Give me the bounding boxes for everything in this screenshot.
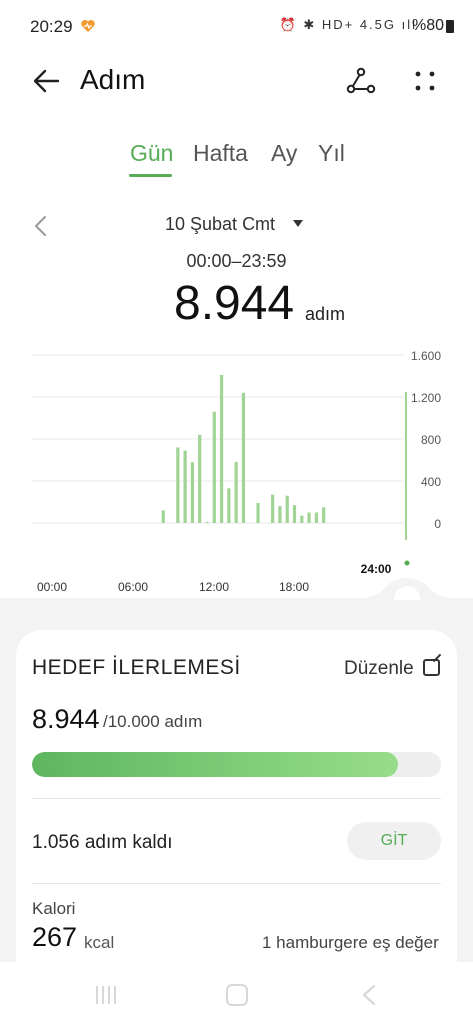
chart-bar (322, 507, 326, 523)
previous-day-chevron-icon[interactable] (32, 214, 50, 238)
health-heart-icon (81, 20, 95, 32)
back-arrow-icon[interactable] (30, 66, 64, 96)
calories-value: 267 (32, 922, 78, 952)
y-tick-label: 1.600 (411, 349, 441, 363)
total-steps-value: 8.944 (174, 277, 295, 330)
goal-progress-fill (32, 752, 398, 777)
current-time-dot (404, 560, 410, 566)
chart-bar (271, 494, 275, 523)
divider (32, 883, 441, 884)
tab-year[interactable]: Yıl (318, 140, 345, 167)
recent-apps-icon[interactable] (94, 984, 116, 1006)
chart-bar (278, 506, 282, 523)
chart-bar (161, 510, 165, 523)
x-tick-label: 06:00 (118, 580, 148, 594)
status-bar: 20:29 ⏰ ✱ HD+ 4.5G ıll %80 (0, 0, 473, 54)
edit-icon[interactable] (423, 659, 440, 676)
y-tick-label: 0 (434, 517, 441, 531)
date-dropdown-caret-icon[interactable] (293, 220, 303, 227)
y-tick-label: 400 (421, 475, 441, 489)
date-selector: 10 Şubat Cmt (0, 210, 473, 244)
chart-bar (219, 374, 224, 523)
status-time: 20:29 (30, 17, 73, 36)
chart-bar (234, 462, 238, 523)
chart-bar (292, 505, 297, 523)
x-tick-label: 18:00 (279, 580, 309, 594)
home-icon[interactable] (226, 984, 248, 1006)
chart-bar (314, 512, 318, 523)
status-icons: ⏰ ✱ HD+ 4.5G ıll (279, 17, 417, 32)
tab-day[interactable]: Gün (130, 140, 173, 167)
time-range: 00:00–23:59 (186, 251, 287, 271)
steps-chart: 1.600 1.200 800 400 0 00:00 06:00 12:00 18:00 24:… (0, 340, 473, 600)
battery-level: %80 (411, 17, 444, 34)
goal-target: /10.000 adım (103, 712, 203, 731)
y-tick-label: 800 (421, 433, 441, 447)
x-end-label: 24:00 (361, 562, 392, 576)
page-title: Adım (80, 64, 146, 95)
divider (32, 798, 441, 799)
chart-bar (227, 488, 231, 523)
chart-bar (183, 450, 187, 523)
battery-icon (446, 20, 454, 33)
system-back-icon[interactable] (358, 984, 380, 1006)
chart-bar (300, 515, 304, 523)
goal-progress-bar (32, 752, 441, 777)
top-section: 20:29 ⏰ ✱ HD+ 4.5G ıll %80 Adım Gün Haft… (0, 0, 473, 600)
chart-bar (198, 434, 202, 523)
chart-bar (307, 512, 311, 523)
period-tabs: Gün Hafta Ay Yıl (0, 138, 473, 182)
chart-bar (256, 503, 260, 523)
chart-bar (285, 495, 289, 523)
chart-bar (212, 411, 216, 523)
date-label[interactable]: 10 Şubat Cmt (165, 214, 275, 235)
chart-bar (241, 392, 246, 523)
calories-unit: kcal (84, 933, 115, 952)
goal-current-steps: 8.944 (32, 704, 100, 734)
chart-bar (205, 521, 209, 523)
total-steps-unit: adım (305, 304, 346, 324)
go-button[interactable]: GİT (347, 822, 441, 860)
calories-label: Kalori (32, 899, 76, 918)
chart-bar (190, 462, 195, 523)
tab-week[interactable]: Hafta (193, 140, 248, 167)
x-tick-label: 00:00 (37, 580, 67, 594)
more-options-icon[interactable] (408, 66, 442, 96)
calories-equivalent: 1 hamburgere eş değer (262, 933, 439, 952)
y-tick-label: 1.200 (411, 391, 441, 405)
edit-goal-button[interactable]: Düzenle (344, 658, 414, 680)
x-tick-label: 12:00 (199, 580, 229, 594)
system-navigation-bar (0, 962, 473, 1024)
chart-bar (176, 447, 180, 523)
tab-month[interactable]: Ay (271, 140, 297, 167)
goal-title: HEDEF İLERLEMESİ (32, 656, 241, 679)
steps-bar-chart: 1.600 1.200 800 400 0 00:00 06:00 12:00 18:00 24:… (0, 349, 473, 600)
trend-icon[interactable] (344, 66, 378, 96)
app-bar: Adım (0, 54, 473, 110)
steps-remaining: 1.056 adım kaldı (32, 832, 173, 853)
tab-active-indicator (129, 174, 172, 177)
